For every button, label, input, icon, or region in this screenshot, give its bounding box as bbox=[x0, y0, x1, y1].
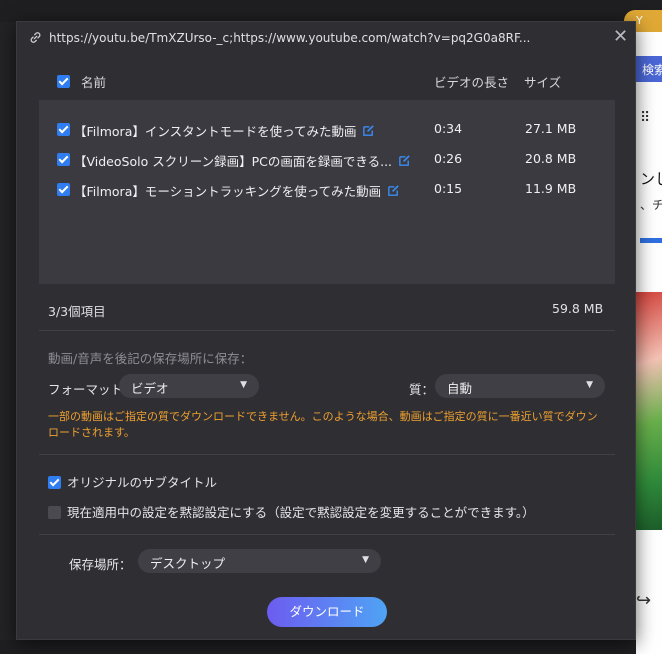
caret-down-icon: ▼ bbox=[362, 555, 369, 565]
item-duration: 0:26 bbox=[434, 151, 463, 166]
location-label: 保存場所： bbox=[69, 557, 132, 572]
dialog-titlebar: https://youtu.be/TmXZUrso-_c;https://www… bbox=[17, 22, 635, 56]
save-settings-label: 動画/音声を後記の保存場所に保存： bbox=[48, 351, 253, 366]
close-icon[interactable]: ✕ bbox=[613, 28, 628, 46]
item-title: 【Filmora】モーショントラッキングを使ってみた動画 bbox=[74, 181, 400, 200]
quality-label: 質： bbox=[409, 382, 435, 397]
column-header-size: サイズ bbox=[524, 75, 562, 90]
list-item: 【Filmora】モーショントラッキングを使ってみた動画 0:15 11.9 M… bbox=[39, 174, 615, 204]
background-accent-bar bbox=[640, 238, 662, 243]
background-text: 、チ さい bbox=[640, 198, 662, 212]
video-list: 【Filmora】インスタントモードを使ってみた動画 0:34 27.1 MB … bbox=[39, 100, 615, 284]
subtitle-checkbox[interactable] bbox=[48, 476, 61, 489]
item-size: 11.9 MB bbox=[525, 181, 577, 196]
list-item: 【VideoSolo スクリーン録画】PCの画面を録画できる... 0:26 2… bbox=[39, 144, 615, 174]
selected-count: 3/3個項目 bbox=[48, 304, 106, 319]
list-item: 【Filmora】インスタントモードを使ってみた動画 0:34 27.1 MB bbox=[39, 114, 615, 144]
background-thumbnail bbox=[636, 292, 662, 530]
option-set-default[interactable]: 現在適用中の設定を黙認設定にする（設定で黙認設定を変更することができます。） bbox=[48, 502, 535, 521]
divider bbox=[39, 534, 615, 535]
download-button[interactable]: ダウンロード bbox=[267, 597, 387, 627]
link-icon bbox=[29, 31, 43, 45]
apps-grid-icon: ⠿ bbox=[640, 110, 651, 126]
total-size: 59.8 MB bbox=[552, 301, 604, 316]
item-checkbox[interactable] bbox=[57, 123, 70, 136]
divider bbox=[39, 330, 615, 331]
quality-warning: 一部の動画はご指定の質でダウンロードできません。このような場合、動画はご指定の質… bbox=[48, 410, 598, 439]
background-app-bottom bbox=[0, 640, 636, 654]
item-size: 27.1 MB bbox=[525, 121, 577, 136]
caret-down-icon: ▼ bbox=[240, 380, 247, 390]
item-size: 20.8 MB bbox=[525, 151, 577, 166]
column-header-name: 名前 bbox=[81, 75, 107, 90]
item-duration: 0:34 bbox=[434, 121, 463, 136]
divider bbox=[39, 454, 615, 455]
item-title: 【Filmora】インスタントモードを使ってみた動画 bbox=[74, 121, 375, 140]
edit-icon[interactable] bbox=[398, 154, 411, 167]
edit-icon[interactable] bbox=[362, 124, 375, 137]
background-search-button: 検索 bbox=[636, 56, 662, 82]
select-all-checkbox[interactable] bbox=[57, 75, 70, 88]
default-checkbox[interactable] bbox=[48, 506, 61, 519]
item-duration: 0:15 bbox=[434, 181, 463, 196]
edit-icon[interactable] bbox=[387, 184, 400, 197]
location-select[interactable]: デスクトップ ▼ bbox=[138, 549, 381, 573]
share-icon: ↪ bbox=[636, 590, 652, 611]
background-app-topbar bbox=[0, 0, 662, 22]
item-title: 【VideoSolo スクリーン録画】PCの画面を録画できる... bbox=[74, 151, 411, 170]
background-app-left-strip bbox=[0, 22, 16, 654]
quality-select[interactable]: 自動 ▼ bbox=[435, 374, 605, 398]
option-original-subtitle[interactable]: オリジナルのサブタイトル bbox=[48, 472, 217, 491]
caret-down-icon: ▼ bbox=[586, 380, 593, 390]
download-dialog: https://youtu.be/TmXZUrso-_c;https://www… bbox=[16, 21, 636, 640]
item-checkbox[interactable] bbox=[57, 183, 70, 196]
column-header-duration: ビデオの長さ bbox=[434, 75, 510, 90]
background-text: ンし bbox=[640, 170, 662, 188]
url-text: https://youtu.be/TmXZUrso-_c;https://www… bbox=[49, 31, 531, 45]
format-select[interactable]: ビデオ ▼ bbox=[119, 374, 259, 398]
item-checkbox[interactable] bbox=[57, 153, 70, 166]
